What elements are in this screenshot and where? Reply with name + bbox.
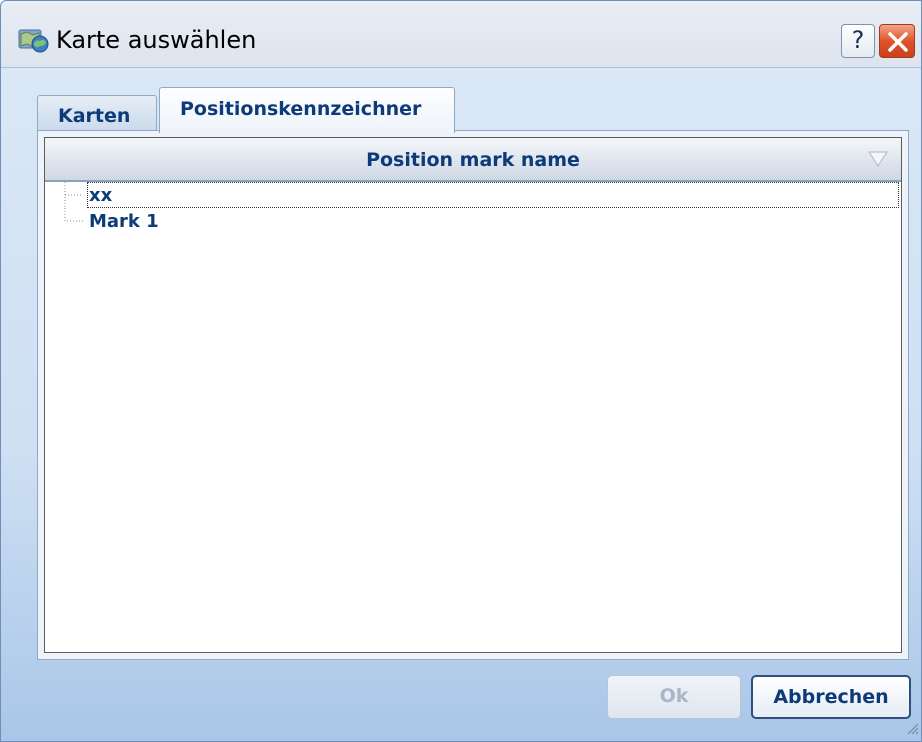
close-icon [888, 32, 908, 52]
ok-button[interactable]: Ok [607, 675, 741, 719]
cancel-button[interactable]: Abbrechen [751, 675, 911, 719]
tab-panel: Position mark name xx Mark 1 [37, 130, 909, 660]
column-header[interactable]: Position mark name [45, 138, 901, 182]
focus-outline [87, 182, 899, 208]
list-item[interactable]: Mark 1 [45, 208, 901, 234]
help-glyph: ? [851, 26, 865, 54]
tab-positionskennzeichner[interactable]: Positionskennzeichner [159, 87, 455, 133]
list-rows: xx Mark 1 [45, 182, 901, 234]
help-button[interactable]: ? [841, 24, 875, 58]
list-item-label: Mark 1 [89, 211, 159, 232]
tab-strip: Karten Positionskennzeichner [37, 87, 537, 133]
tab-positionskennzeichner-label: Positionskennzeichner [180, 98, 422, 120]
window-title: Karte auswählen [56, 26, 257, 54]
tree-connector-icon [63, 182, 85, 208]
title-bar[interactable]: Karte auswählen ? [1, 1, 921, 68]
dialog-window: Karte auswählen ? Karten Positionskennze… [0, 0, 922, 742]
tab-karten[interactable]: Karten [37, 95, 157, 133]
resize-grip-icon[interactable] [903, 719, 919, 739]
ok-button-label: Ok [659, 685, 689, 707]
cancel-button-label: Abbrechen [773, 686, 889, 708]
sort-triangle-down-icon[interactable] [867, 150, 889, 172]
column-header-label: Position mark name [366, 149, 580, 171]
tree-connector-icon [63, 208, 85, 234]
close-button[interactable] [879, 24, 915, 58]
list-item-label: xx [89, 185, 113, 206]
map-globe-icon [17, 26, 51, 54]
list-item[interactable]: xx [45, 182, 901, 208]
tab-karten-label: Karten [58, 105, 131, 127]
position-mark-list[interactable]: Position mark name xx Mark 1 [44, 137, 902, 653]
